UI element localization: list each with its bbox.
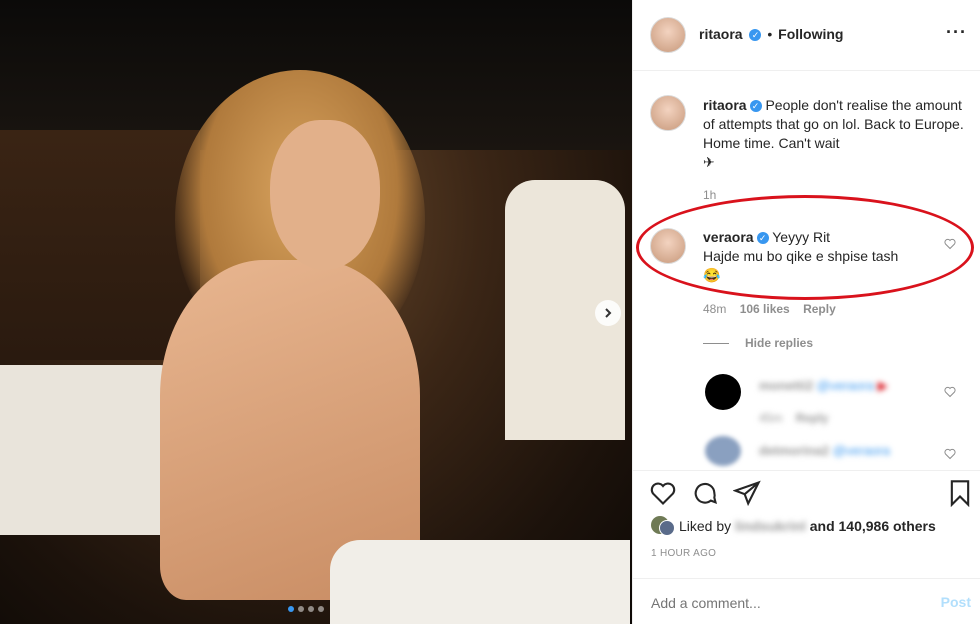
reply-time: 45m bbox=[759, 411, 783, 425]
header-separator: • bbox=[767, 26, 773, 42]
caption-time: 1h bbox=[703, 188, 717, 202]
annotation-circle bbox=[636, 195, 974, 300]
avatar bbox=[659, 520, 675, 536]
caption-avatar[interactable] bbox=[650, 95, 686, 131]
reply-reply-button[interactable]: Reply bbox=[796, 411, 829, 425]
bookmark-icon[interactable] bbox=[946, 479, 974, 507]
liked-by-user[interactable]: lindsukrinl bbox=[735, 518, 806, 534]
caption-username[interactable]: ritaora bbox=[703, 97, 747, 113]
add-comment-input[interactable] bbox=[649, 591, 903, 615]
verified-icon: ✓ bbox=[749, 29, 762, 42]
carousel-dot bbox=[318, 606, 324, 612]
carousel-dots bbox=[288, 606, 324, 612]
reply-like-heart-icon[interactable] bbox=[944, 386, 956, 398]
reply-meta: 45m Reply bbox=[759, 411, 828, 425]
post-comment-button[interactable]: Post bbox=[941, 594, 971, 610]
reply-avatar[interactable] bbox=[705, 436, 741, 466]
carousel-dot bbox=[308, 606, 314, 612]
photo-wall bbox=[0, 130, 200, 360]
carousel-dot bbox=[298, 606, 304, 612]
more-horizontal-icon[interactable]: ··· bbox=[946, 22, 967, 43]
post-side-panel: ritaora ✓ • Following ··· ritaora ✓ Peopl… bbox=[632, 0, 980, 624]
post-actions bbox=[633, 470, 980, 511]
comment-likes[interactable]: 106 likes bbox=[740, 302, 790, 316]
chevron-right-icon bbox=[605, 308, 612, 318]
liked-by-others[interactable]: and 140,986 others bbox=[810, 518, 936, 534]
avatar[interactable] bbox=[650, 17, 686, 53]
carousel-dot bbox=[288, 606, 294, 612]
flag-emoji: ▶ bbox=[877, 378, 888, 393]
hide-replies-button[interactable]: Hide replies bbox=[745, 336, 813, 350]
share-icon[interactable] bbox=[733, 479, 761, 507]
post-photo[interactable] bbox=[0, 0, 632, 624]
liked-by-avatars bbox=[651, 516, 675, 536]
caption: ritaora ✓ People don't realise the amount… bbox=[703, 96, 965, 172]
header-user: ritaora ✓ • Following bbox=[699, 26, 843, 42]
hide-replies-line bbox=[703, 343, 729, 344]
reply: detmorina2 @veraora bbox=[759, 441, 890, 460]
reply-mention[interactable]: @veraora bbox=[833, 443, 890, 458]
verified-icon: ✓ bbox=[749, 100, 762, 113]
post-header: ritaora ✓ • Following ··· bbox=[633, 0, 980, 71]
photo-table-front bbox=[330, 540, 630, 624]
reply: monetti2 @veraora ▶ bbox=[759, 376, 888, 395]
reply-mention[interactable]: @veraora bbox=[817, 378, 874, 393]
photo-face bbox=[270, 120, 380, 270]
comment-icon[interactable] bbox=[691, 479, 719, 507]
follow-status[interactable]: Following bbox=[778, 26, 843, 42]
liked-by-prefix: Liked by bbox=[679, 518, 732, 534]
reply-username[interactable]: monetti2 bbox=[759, 378, 813, 393]
header-username[interactable]: ritaora bbox=[699, 26, 743, 42]
comment-reply-button[interactable]: Reply bbox=[803, 302, 836, 316]
reply-username[interactable]: detmorina2 bbox=[759, 443, 829, 458]
comment-meta: 48m 106 likes Reply bbox=[703, 302, 836, 316]
post-timestamp: 1 HOUR AGO bbox=[651, 548, 717, 559]
likes-summary: Liked by lindsukrinl and 140,986 others bbox=[679, 518, 936, 534]
reply-avatar[interactable] bbox=[705, 374, 741, 410]
comment-time: 48m bbox=[703, 302, 727, 316]
add-comment-bar: Post bbox=[633, 578, 980, 625]
reply-like-heart-icon[interactable] bbox=[944, 448, 956, 460]
heart-icon[interactable] bbox=[649, 479, 677, 507]
airplane-emoji: ✈ bbox=[703, 154, 715, 170]
next-photo-button[interactable] bbox=[595, 300, 621, 326]
